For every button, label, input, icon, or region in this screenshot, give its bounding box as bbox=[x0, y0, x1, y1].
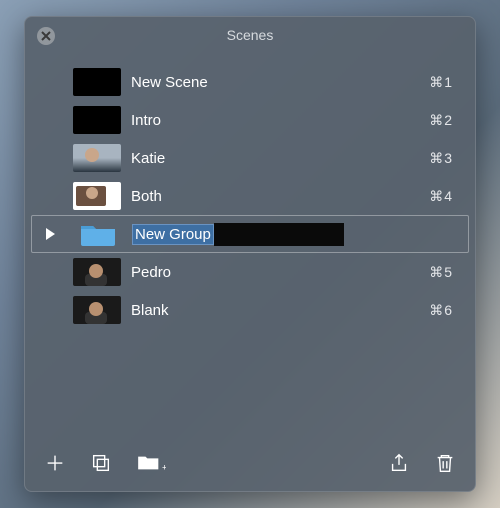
scene-label: New Scene bbox=[131, 74, 419, 91]
scene-label: Intro bbox=[131, 112, 419, 129]
scene-thumbnail bbox=[73, 258, 121, 286]
scenes-panel: Scenes New Scene ⌘1 Intro ⌘2 Katie ⌘3 Bo… bbox=[24, 16, 476, 492]
scene-thumbnail bbox=[73, 296, 121, 324]
close-icon bbox=[41, 31, 51, 41]
scene-shortcut: ⌘5 bbox=[429, 264, 465, 281]
scene-label: Both bbox=[131, 188, 419, 205]
scene-thumbnail bbox=[73, 182, 121, 210]
scene-shortcut: ⌘3 bbox=[429, 150, 465, 167]
scene-row[interactable]: Blank ⌘6 bbox=[31, 291, 469, 329]
share-icon bbox=[388, 452, 410, 474]
scene-label: Katie bbox=[131, 150, 419, 167]
new-folder-button[interactable]: + bbox=[135, 451, 167, 475]
panel-title: Scenes bbox=[25, 17, 475, 63]
share-button[interactable] bbox=[387, 451, 411, 475]
duplicate-button[interactable] bbox=[89, 451, 113, 475]
scene-shortcut: ⌘2 bbox=[429, 112, 465, 129]
new-folder-icon: + bbox=[136, 452, 166, 474]
group-name-input[interactable]: New Group bbox=[132, 222, 464, 246]
scene-thumbnail bbox=[73, 106, 121, 134]
folder-icon bbox=[78, 220, 118, 248]
scene-label: Blank bbox=[131, 302, 419, 319]
disclosure-triangle-icon[interactable] bbox=[46, 228, 55, 240]
scene-thumbnail bbox=[73, 68, 121, 96]
scene-shortcut: ⌘1 bbox=[429, 74, 465, 91]
toolbar: + bbox=[25, 439, 475, 491]
add-button[interactable] bbox=[43, 451, 67, 475]
svg-text:+: + bbox=[162, 462, 166, 472]
group-row-editing[interactable]: New Group bbox=[31, 215, 469, 253]
group-name-text: New Group bbox=[132, 224, 214, 245]
scene-shortcut: ⌘4 bbox=[429, 188, 465, 205]
scene-row[interactable]: Intro ⌘2 bbox=[31, 101, 469, 139]
scene-row[interactable]: Both ⌘4 bbox=[31, 177, 469, 215]
plus-icon bbox=[44, 452, 66, 474]
delete-button[interactable] bbox=[433, 451, 457, 475]
scene-label: Pedro bbox=[131, 264, 419, 281]
close-button[interactable] bbox=[37, 27, 55, 45]
scene-row[interactable]: Katie ⌘3 bbox=[31, 139, 469, 177]
scene-row[interactable]: New Scene ⌘1 bbox=[31, 63, 469, 101]
scene-shortcut: ⌘6 bbox=[429, 302, 465, 319]
duplicate-icon bbox=[90, 452, 112, 474]
trash-icon bbox=[434, 452, 456, 474]
group-folder-icon bbox=[74, 220, 122, 248]
scenes-list: New Scene ⌘1 Intro ⌘2 Katie ⌘3 Both ⌘4 bbox=[25, 63, 475, 439]
scene-row[interactable]: Pedro ⌘5 bbox=[31, 253, 469, 291]
scene-thumbnail bbox=[73, 144, 121, 172]
